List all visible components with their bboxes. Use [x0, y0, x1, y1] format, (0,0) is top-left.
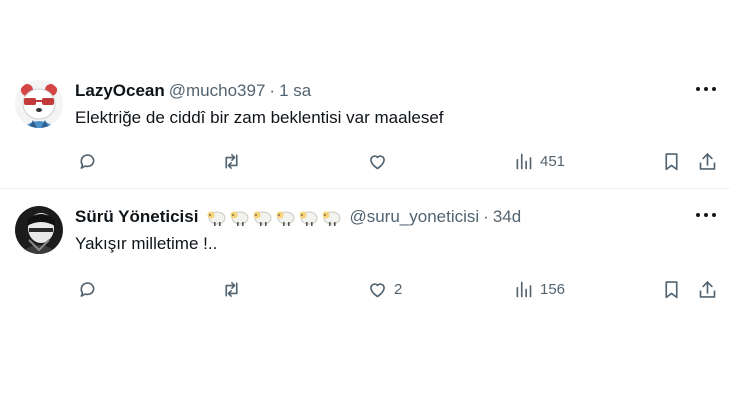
- share-icon: [699, 280, 716, 298]
- timestamp[interactable]: 34d: [493, 207, 521, 227]
- retweet-icon: [225, 281, 238, 297]
- sheep-icon: [322, 211, 341, 226]
- tweet-header: LazyOcean @mucho397 · 1 sa: [75, 80, 311, 102]
- bookmark-button[interactable]: [661, 148, 682, 174]
- retweet-icon: [225, 153, 238, 169]
- sheep-icon: [230, 211, 249, 226]
- tweet-text: Yakışır milletime !..: [75, 234, 218, 253]
- tweet-text: Elektriğe de ciddî bir zam beklentisi va…: [75, 108, 444, 127]
- user-handle[interactable]: @suru_yoneticisi: [349, 207, 479, 227]
- tweet[interactable]: Sürü Yöneticisi @suru_yoneticisi · 34d Y…: [0, 196, 730, 316]
- tweet-header: Sürü Yöneticisi @suru_yoneticisi · 34d: [75, 206, 521, 228]
- reply-icon: [80, 281, 95, 297]
- timestamp[interactable]: 1 sa: [279, 81, 311, 101]
- view-count: 451: [540, 152, 566, 170]
- share-button[interactable]: [697, 148, 718, 174]
- display-name[interactable]: LazyOcean: [75, 81, 165, 101]
- tweet-actions: 451: [75, 148, 723, 174]
- like-button[interactable]: [367, 148, 394, 174]
- views-button[interactable]: 156: [513, 276, 565, 302]
- more-options-icon[interactable]: [696, 210, 716, 220]
- heart-icon: [370, 282, 385, 297]
- reply-icon: [80, 153, 95, 169]
- bookmark-button[interactable]: [661, 276, 682, 302]
- like-count: 2: [394, 280, 403, 298]
- sheep-icon: [276, 211, 295, 226]
- more-options-icon[interactable]: [696, 84, 716, 94]
- tweet-actions: 2 156: [75, 276, 723, 302]
- views-chart-icon: [516, 281, 532, 297]
- display-name[interactable]: Sürü Yöneticisi: [75, 207, 198, 227]
- separator: ·: [269, 81, 276, 100]
- like-button[interactable]: 2: [367, 276, 402, 302]
- avatar[interactable]: [15, 80, 63, 128]
- user-handle[interactable]: @mucho397: [169, 81, 266, 101]
- name-emojis: [206, 207, 341, 227]
- sheep-icon: [253, 211, 272, 226]
- masked-person-avatar-icon: [15, 206, 63, 254]
- reply-button[interactable]: [77, 276, 98, 302]
- tweet[interactable]: LazyOcean @mucho397 · 1 sa Elektriğe de …: [0, 70, 730, 189]
- avatar[interactable]: [15, 206, 63, 254]
- bookmark-icon: [665, 280, 678, 298]
- panda-avatar-icon: [15, 80, 63, 128]
- share-icon: [699, 152, 716, 170]
- views-button[interactable]: 451: [513, 148, 565, 174]
- sheep-icon: [207, 211, 226, 226]
- sheep-icon: [299, 211, 318, 226]
- separator: ·: [483, 207, 489, 226]
- views-chart-icon: [516, 153, 532, 169]
- bookmark-icon: [665, 152, 678, 170]
- retweet-button[interactable]: [221, 148, 242, 174]
- reply-button[interactable]: [77, 148, 98, 174]
- share-button[interactable]: [697, 276, 718, 302]
- heart-icon: [370, 154, 385, 169]
- retweet-button[interactable]: [221, 276, 242, 302]
- view-count: 156: [540, 280, 566, 298]
